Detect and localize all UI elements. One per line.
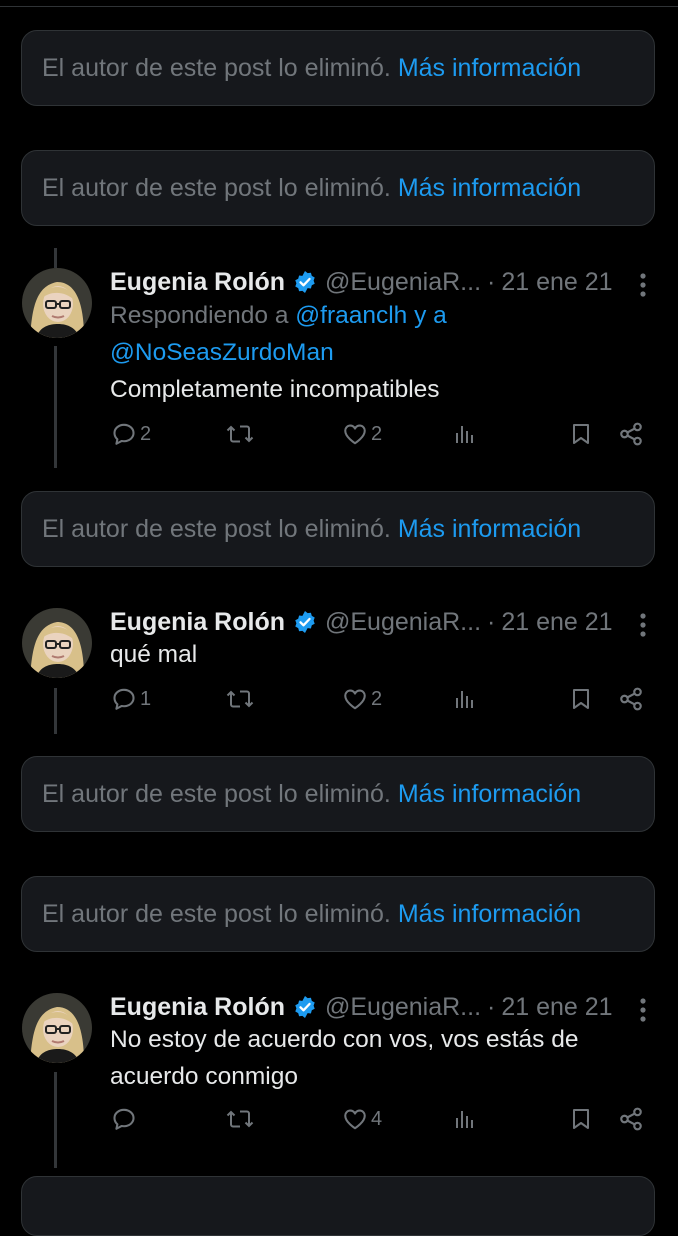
retweet-button[interactable] [225, 686, 255, 712]
share-button[interactable] [618, 421, 644, 447]
avatar[interactable] [22, 993, 92, 1063]
author-handle[interactable]: @EugeniaR... [325, 268, 481, 297]
retweet-button[interactable] [225, 1106, 255, 1132]
views-button[interactable] [453, 686, 477, 712]
share-button[interactable] [618, 686, 644, 712]
deleted-notice-text: El autor de este post lo eliminó. [42, 779, 391, 808]
more-options-icon[interactable] [633, 610, 653, 640]
more-info-link[interactable]: Más información [398, 780, 581, 809]
author-handle[interactable]: @EugeniaR... [325, 608, 481, 637]
deleted-notice-text: El autor de este post lo eliminó. [42, 899, 391, 928]
retweet-button[interactable] [225, 421, 255, 447]
reply-count: 1 [140, 687, 152, 710]
more-options-icon[interactable] [633, 995, 653, 1025]
replying-to-label: Respondiendo a [110, 302, 296, 329]
deleted-notice-text: El autor de este post lo eliminó. [42, 173, 391, 202]
reply-join[interactable]: y a [407, 302, 447, 329]
deleted-post-notice: El autor de este post lo eliminó. Más in… [21, 30, 655, 106]
bookmark-button[interactable] [569, 686, 593, 712]
tweet-actions: 1 2 [0, 686, 678, 720]
reply-button[interactable] [111, 1106, 140, 1132]
tweet-header: Eugenia Rolón @EugeniaR... · 21 ene 21 [110, 989, 613, 1025]
like-count: 2 [371, 422, 383, 445]
more-options-icon[interactable] [633, 270, 653, 300]
like-button[interactable]: 2 [342, 421, 382, 447]
tweet-text: No estoy de acuerdo con vos, vos estás d… [110, 1026, 579, 1090]
reply-context: Respondiendo a @fraanclh y a @NoSeasZurd… [110, 297, 447, 371]
share-button[interactable] [618, 1106, 644, 1132]
post-date[interactable]: 21 ene 21 [501, 268, 612, 297]
separator-dot: · [487, 267, 496, 296]
like-count: 2 [371, 687, 383, 710]
tweet-header: Eugenia Rolón @EugeniaR... · 21 ene 21 [110, 604, 613, 640]
tweet-text: qué mal [110, 641, 198, 668]
author-handle[interactable]: @EugeniaR... [325, 993, 481, 1022]
top-divider [0, 6, 678, 7]
author-name[interactable]: Eugenia Rolón [110, 268, 285, 297]
deleted-post-notice: El autor de este post lo eliminó. Más in… [21, 756, 655, 832]
like-button[interactable]: 4 [342, 1106, 382, 1132]
views-button[interactable] [453, 421, 477, 447]
tweet-header: Eugenia Rolón @EugeniaR... · 21 ene 21 [110, 264, 613, 300]
more-info-link[interactable]: Más información [398, 515, 581, 544]
avatar[interactable] [22, 268, 92, 338]
tweet-actions: 2 2 [0, 421, 678, 455]
verified-badge-icon [293, 995, 317, 1019]
deleted-post-notice: El autor de este post lo eliminó. Más in… [21, 150, 655, 226]
tweet-actions: 4 [0, 1106, 678, 1140]
deleted-post-notice: El autor de este post lo eliminó. Más in… [21, 491, 655, 567]
author-name[interactable]: Eugenia Rolón [110, 993, 285, 1022]
views-button[interactable] [453, 1106, 477, 1132]
deleted-post-notice-partial [21, 1176, 655, 1236]
deleted-post-notice: El autor de este post lo eliminó. Más in… [21, 876, 655, 952]
separator-dot: · [487, 992, 496, 1021]
deleted-notice-text: El autor de este post lo eliminó. [42, 514, 391, 543]
more-info-link[interactable]: Más información [398, 900, 581, 929]
reply-button[interactable]: 2 [111, 421, 151, 447]
post-date[interactable]: 21 ene 21 [501, 993, 612, 1022]
like-count: 4 [371, 1107, 383, 1130]
more-info-link[interactable]: Más información [398, 54, 581, 83]
avatar[interactable] [22, 608, 92, 678]
like-button[interactable]: 2 [342, 686, 382, 712]
more-info-link[interactable]: Más información [398, 174, 581, 203]
mention-link[interactable]: @NoSeasZurdoMan [110, 339, 334, 366]
tweet-text: Completamente incompatibles [110, 376, 440, 403]
separator-dot: · [487, 607, 496, 636]
reply-count: 2 [140, 422, 152, 445]
author-name[interactable]: Eugenia Rolón [110, 608, 285, 637]
verified-badge-icon [293, 270, 317, 294]
mention-link[interactable]: @fraanclh [295, 302, 407, 329]
thread-connector [54, 248, 57, 268]
verified-badge-icon [293, 610, 317, 634]
deleted-notice-text: El autor de este post lo eliminó. [42, 53, 391, 82]
reply-button[interactable]: 1 [111, 686, 151, 712]
bookmark-button[interactable] [569, 1106, 593, 1132]
bookmark-button[interactable] [569, 421, 593, 447]
post-date[interactable]: 21 ene 21 [501, 608, 612, 637]
